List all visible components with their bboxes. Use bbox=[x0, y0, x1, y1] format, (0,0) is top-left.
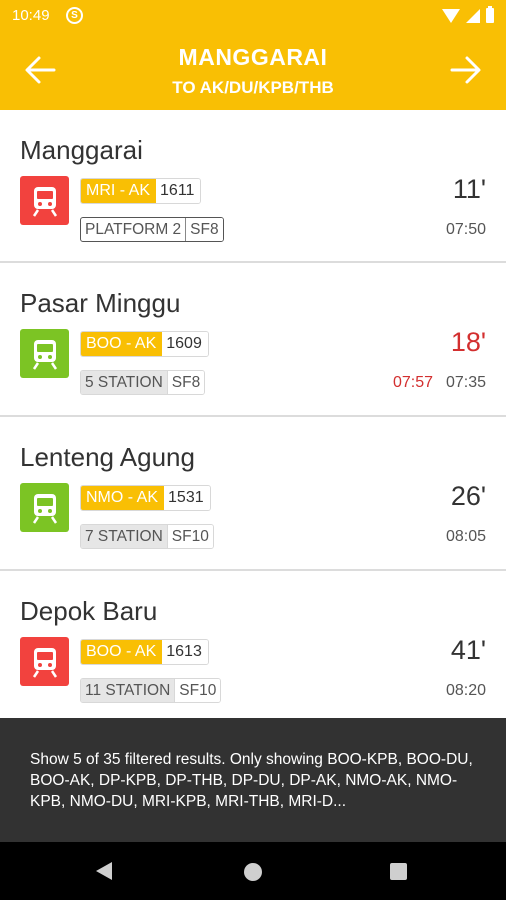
location-badge: 5 STATION SF8 bbox=[80, 370, 206, 395]
location-badge: 7 STATION SF10 bbox=[80, 524, 214, 549]
route-name: MRI - AK bbox=[81, 179, 157, 203]
route-name: NMO - AK bbox=[81, 486, 165, 510]
nav-recents-icon[interactable] bbox=[390, 863, 407, 880]
formation-text: SF8 bbox=[186, 218, 223, 241]
nav-back-icon[interactable] bbox=[96, 862, 112, 880]
formation-text: SF10 bbox=[175, 679, 221, 702]
sync-icon: S bbox=[66, 7, 83, 24]
scheduled-time: 07:50 bbox=[445, 221, 486, 238]
route-name: BOO - AK bbox=[81, 332, 163, 356]
wifi-icon bbox=[442, 8, 460, 23]
scheduled-time: 08:05 bbox=[445, 528, 486, 545]
page-title: MANGGARAI bbox=[178, 44, 328, 70]
location-badge: PLATFORM 2 SF8 bbox=[80, 217, 224, 242]
train-list-item[interactable]: Pasar Minggu BOO - AK 1609 5 STATION SF8 18' 0… bbox=[0, 263, 506, 417]
minutes-until: 26' bbox=[450, 481, 486, 511]
forward-arrow-icon[interactable] bbox=[450, 55, 482, 85]
route-badge: BOO - AK 1613 bbox=[80, 639, 209, 665]
train-icon bbox=[20, 329, 69, 378]
page-subtitle: TO AK/DU/KPB/THB bbox=[172, 78, 334, 97]
signal-icon bbox=[466, 8, 480, 23]
route-badge: MRI - AK 1611 bbox=[80, 178, 202, 204]
train-icon bbox=[20, 483, 69, 532]
status-time: 10:49 bbox=[12, 7, 50, 24]
nav-home-icon[interactable] bbox=[244, 863, 262, 881]
train-icon bbox=[20, 637, 69, 686]
station-name: Pasar Minggu bbox=[20, 288, 181, 318]
scheduled-time: 07:35 bbox=[445, 374, 486, 391]
formation-text: SF8 bbox=[167, 371, 205, 394]
train-list-item[interactable]: Lenteng Agung NMO - AK 1531 7 STATION SF10 26… bbox=[0, 417, 506, 571]
train-icon bbox=[20, 176, 69, 225]
station-name: Depok Baru bbox=[20, 596, 158, 626]
train-number: 1613 bbox=[162, 640, 208, 664]
location-text: 7 STATION bbox=[81, 525, 167, 548]
train-list-item[interactable]: Depok Baru BOO - AK 1613 11 STATION SF10 41' 0… bbox=[0, 571, 506, 725]
battery-icon bbox=[486, 6, 494, 23]
status-bar: 10:49 S bbox=[0, 0, 506, 32]
status-icons bbox=[442, 6, 494, 23]
train-list: Manggarai MRI - AK 1611 PLATFORM 2 SF8 11' 07:… bbox=[0, 110, 506, 725]
snackbar: Show 5 of 35 filtered results. Only show… bbox=[0, 718, 506, 842]
delayed-time: 07:57 bbox=[392, 374, 433, 391]
route-badge: BOO - AK 1609 bbox=[80, 331, 209, 357]
location-text: 5 STATION bbox=[81, 371, 167, 394]
location-text: PLATFORM 2 bbox=[85, 221, 182, 238]
station-name: Lenteng Agung bbox=[20, 442, 195, 472]
snackbar-message: Show 5 of 35 filtered results. Only show… bbox=[30, 751, 473, 810]
scheduled-time: 08:20 bbox=[445, 682, 486, 699]
app-bar: MANGGARAI TO AK/DU/KPB/THB bbox=[0, 32, 506, 110]
route-badge: NMO - AK 1531 bbox=[80, 485, 211, 511]
station-name: Manggarai bbox=[20, 135, 143, 165]
train-list-item[interactable]: Manggarai MRI - AK 1611 PLATFORM 2 SF8 11' 07:… bbox=[0, 110, 506, 263]
nav-bar bbox=[0, 842, 506, 900]
location-text: 11 STATION bbox=[81, 679, 175, 702]
minutes-until: 11' bbox=[452, 174, 486, 204]
minutes-until: 41' bbox=[450, 635, 486, 665]
formation-text: SF10 bbox=[167, 525, 213, 548]
train-number: 1611 bbox=[156, 179, 201, 203]
location-badge: 11 STATION SF10 bbox=[80, 678, 222, 703]
train-number: 1609 bbox=[162, 332, 208, 356]
minutes-until: 18' bbox=[450, 327, 486, 357]
route-name: BOO - AK bbox=[81, 640, 163, 664]
train-number: 1531 bbox=[164, 486, 210, 510]
